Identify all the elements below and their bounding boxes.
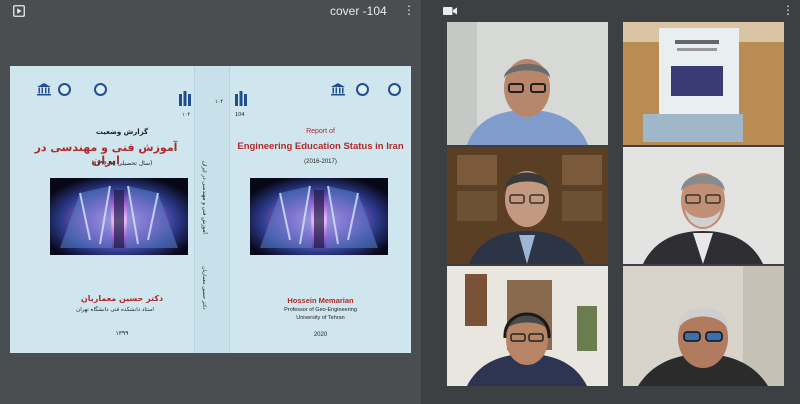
- more-vert-icon-video[interactable]: ⋮: [782, 4, 794, 16]
- tehran-logo-icon-en: [235, 91, 247, 106]
- university-seal-icon: [94, 83, 107, 96]
- participant-tile-1[interactable]: [447, 22, 608, 145]
- cover-en-number-fa: ۱۰۴: [215, 99, 224, 105]
- cover-en-artwork: [250, 178, 388, 255]
- participant-2-video: [623, 22, 784, 145]
- cover-en-role: Professor of Geo-Engineering: [284, 307, 357, 313]
- university-seal-icon-en: [388, 83, 401, 96]
- report-of: Report of: [306, 128, 335, 135]
- participant-tile-2[interactable]: [623, 22, 784, 145]
- participant-4-video: [623, 147, 784, 264]
- participant-3-video: [447, 147, 608, 264]
- unesco-logo-icon-en: [331, 83, 345, 96]
- cover-en-university: University of Tehran: [296, 315, 345, 321]
- participant-tile-4[interactable]: [623, 147, 784, 264]
- presentation-toolbar: cover -104 ⋮: [0, 0, 421, 22]
- video-grid-panel: ⋮: [430, 0, 800, 404]
- cover-persian: ۱۰۴ گزارش وضعیت آموزش فنی و مهندسی در ای…: [10, 66, 218, 353]
- participant-1-video: [447, 22, 608, 145]
- book-cover-spread: ۱۰۴ گزارش وضعیت آموزش فنی و مهندسی در ای…: [10, 66, 411, 353]
- spine-title: آموزش فنی و مهندسی در ایران: [201, 161, 207, 234]
- book-spine: آموزش فنی و مهندسی در ایران دکتر حسین مع…: [194, 66, 230, 353]
- unitwin-logo-icon-en: [356, 83, 369, 96]
- unitwin-logo-icon: [58, 83, 71, 96]
- more-vert-icon[interactable]: ⋮: [403, 4, 415, 16]
- cover-en-year: 2020: [313, 332, 328, 338]
- cover-en-author: Hossein Memarian: [287, 296, 354, 305]
- videocam-icon: [443, 7, 457, 15]
- participant-tile-3[interactable]: [447, 147, 608, 264]
- spine-author: دکتر حسین معماریان: [201, 266, 207, 310]
- cover-en-title: Engineering Education Status in Iran: [237, 141, 404, 152]
- participant-6-video: [623, 266, 784, 386]
- presentation-title: cover -104: [330, 4, 387, 18]
- cover-en-number: 104: [235, 112, 245, 118]
- presentation-panel: cover -104 ⋮ ۱۰۴ گزارش وضعیت آموزش فنی و…: [0, 0, 421, 404]
- tehran-logo-icon: [179, 91, 191, 106]
- present-icon: [13, 5, 25, 17]
- cover-year: ۱۳۹۹: [115, 330, 129, 337]
- cover-subtitle: گزارش وضعیت: [95, 128, 149, 136]
- participant-5-video: [447, 266, 608, 386]
- participant-tile-6[interactable]: [623, 266, 784, 386]
- participant-tile-5[interactable]: [447, 266, 608, 386]
- cover-artwork: [50, 178, 188, 255]
- cover-years: (سال تحصیلی ۹۵-۱۳۹۶): [91, 160, 153, 167]
- cover-english: 104 ۱۰۴ Report of Engineering Education …: [215, 66, 411, 353]
- cover-en-years: (2016-2017): [304, 159, 337, 165]
- unesco-logo-icon: [37, 83, 51, 96]
- cover-affiliation: استاد دانشکده فنی دانشگاه تهران: [76, 307, 154, 313]
- cover-author: دکتر حسین معماریان: [80, 294, 164, 303]
- cover-number: ۱۰۴: [182, 112, 191, 118]
